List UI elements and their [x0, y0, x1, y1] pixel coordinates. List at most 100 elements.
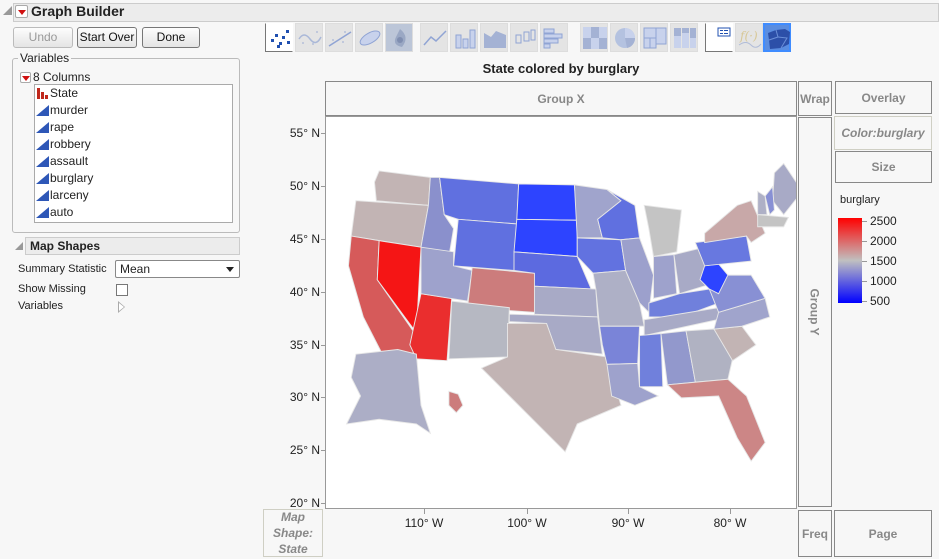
window-title: Graph Builder [31, 3, 125, 19]
show-missing-label: Show Missing [18, 283, 86, 295]
y-tick-label: 35° N [270, 338, 326, 352]
wrap-zone[interactable]: Wrap [798, 81, 832, 116]
column-item-rape[interactable]: rape [35, 119, 232, 136]
column-item-burglary[interactable]: burglary [35, 170, 232, 187]
y-tick-label: 55° N [270, 126, 326, 140]
color-zone[interactable]: Color:burglary [834, 116, 932, 150]
map-shapes-header[interactable]: Map Shapes [13, 237, 240, 255]
map-shape-zone[interactable]: Map Shape: State [263, 509, 323, 557]
y-tick-label: 20° N [270, 496, 326, 510]
disclosure-icon[interactable] [15, 242, 23, 250]
overlay-zone[interactable]: Overlay [835, 81, 932, 114]
y-tick-label: 25° N [270, 443, 326, 457]
y-tick-label: 50° N [270, 179, 326, 193]
mosaic-icon[interactable] [670, 23, 698, 52]
map-shapes-icon[interactable] [763, 23, 791, 52]
summary-statistic-select[interactable]: Mean [115, 260, 240, 278]
formula-icon[interactable]: f(·) [735, 23, 763, 52]
undo-button[interactable]: Undo [13, 27, 73, 48]
column-item-auto[interactable]: auto [35, 204, 232, 221]
column-item-robbery[interactable]: robbery [35, 136, 232, 153]
color-gradient-scale [838, 218, 862, 303]
treemap-icon[interactable] [640, 23, 668, 52]
column-item-larceny[interactable]: larceny [35, 187, 232, 204]
line-icon[interactable] [420, 23, 448, 52]
state-mi[interactable] [643, 204, 682, 258]
state-wa[interactable] [374, 170, 431, 206]
x-tick-label: 90° W [598, 509, 658, 530]
title-bar: Graph Builder [0, 0, 939, 22]
columns-count: 8 Columns [33, 70, 91, 84]
column-item-state[interactable]: State [35, 85, 232, 102]
continuous-icon [36, 122, 49, 133]
histogram-icon[interactable] [540, 23, 568, 52]
pie-icon[interactable] [610, 23, 638, 52]
nominal-icon [37, 88, 49, 99]
state-ak[interactable] [345, 349, 432, 435]
legend-tick: 1500 [862, 254, 897, 268]
column-item-assault[interactable]: assault [35, 153, 232, 170]
state-mt[interactable] [439, 176, 520, 225]
state-nm[interactable] [448, 300, 510, 360]
variables-legend: Variables [18, 51, 72, 65]
columns-menu-icon[interactable] [20, 72, 31, 83]
legend-tick: 1000 [862, 274, 897, 288]
variables-label: Variables [18, 300, 64, 312]
state-ks[interactable] [533, 285, 599, 318]
column-list: State murder rape robbery assault burgla… [34, 84, 233, 223]
y-tick-label: 45° N [270, 232, 326, 246]
group-x-zone[interactable]: Group X [325, 81, 797, 116]
state-fl[interactable] [666, 378, 766, 462]
bar-icon[interactable] [450, 23, 478, 52]
state-ms[interactable] [639, 333, 664, 388]
show-missing-checkbox[interactable] [116, 284, 128, 296]
state-ma[interactable] [757, 214, 790, 228]
caption-box-icon[interactable] [705, 23, 733, 52]
freq-zone[interactable]: Freq [798, 510, 832, 557]
group-y-zone[interactable]: Group Y [798, 117, 832, 507]
heatmap-icon[interactable] [580, 23, 608, 52]
state-sd[interactable] [513, 218, 578, 258]
x-tick-label: 110° W [394, 509, 454, 530]
state-ia[interactable] [576, 237, 627, 274]
smoother-icon[interactable] [295, 23, 323, 52]
state-me[interactable] [772, 162, 803, 216]
ellipse-icon[interactable] [355, 23, 383, 52]
continuous-icon [36, 207, 49, 218]
page-zone[interactable]: Page [834, 510, 932, 557]
line-of-fit-icon[interactable] [325, 23, 353, 52]
us-map [345, 162, 803, 462]
size-zone[interactable]: Size [835, 151, 932, 183]
contour-icon[interactable] [385, 23, 413, 52]
state-pa[interactable] [694, 235, 752, 267]
state-in[interactable] [653, 254, 678, 299]
state-wy[interactable] [453, 218, 518, 271]
y-tick-label: 30° N [270, 390, 326, 404]
done-button[interactable]: Done [142, 27, 200, 48]
map-shapes-title: Map Shapes [25, 237, 240, 255]
state-nd[interactable] [516, 183, 578, 221]
box-plot-icon[interactable] [510, 23, 538, 52]
legend-tick: 500 [861, 294, 891, 308]
continuous-icon [36, 156, 49, 167]
x-tick-label: 100° W [497, 509, 557, 530]
graph-title: State colored by burglary [482, 61, 640, 76]
column-item-murder[interactable]: murder [35, 102, 232, 119]
disclosure-icon[interactable] [3, 6, 12, 15]
red-triangle-menu-icon[interactable] [15, 5, 28, 18]
area-icon[interactable] [480, 23, 508, 52]
map-plot-area [325, 116, 803, 509]
state-ar[interactable] [599, 325, 641, 365]
start-over-button[interactable]: Start Over [77, 27, 137, 48]
continuous-icon [36, 190, 49, 201]
expand-variables-icon[interactable] [118, 301, 125, 313]
legend-tick: 2000 [862, 234, 897, 248]
continuous-icon [36, 105, 49, 116]
state-hi[interactable] [448, 390, 464, 414]
y-tick-label: 40° N [270, 285, 326, 299]
summary-statistic-label: Summary Statistic [18, 263, 107, 275]
state-ny[interactable] [704, 200, 766, 244]
points-icon[interactable] [265, 23, 293, 52]
legend-tick: 2500 [862, 214, 897, 228]
columns-header: 8 Columns [20, 70, 90, 84]
